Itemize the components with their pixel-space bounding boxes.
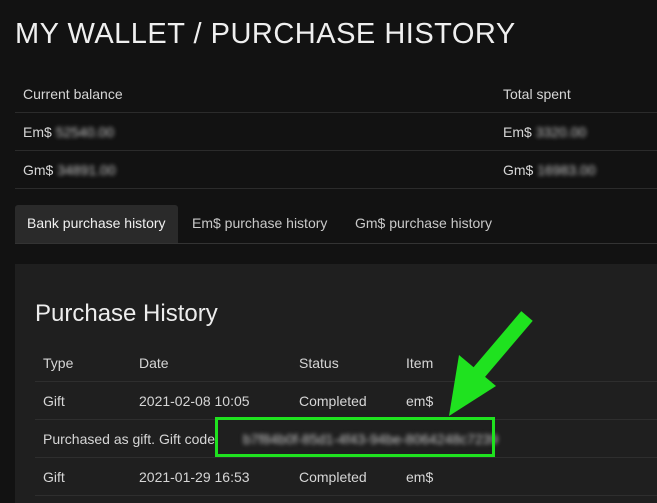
table-header-row: Type Date Status Item xyxy=(35,344,657,382)
row-status: Completed xyxy=(299,393,367,409)
balance-header-row: Current balance Total spent xyxy=(15,75,657,113)
gm-balance-row: Gm$ 34891.00 Gm$ 16983.00 xyxy=(15,151,657,189)
column-header-type: Type xyxy=(43,355,74,371)
tab-em-purchase-history[interactable]: Em$ purchase history xyxy=(185,205,340,243)
row-type: Gift xyxy=(43,393,65,409)
purchase-history-panel: Purchase History Type Date Status Item G… xyxy=(15,264,657,503)
em-balance: Em$ 52540.00 xyxy=(23,124,114,140)
tab-gm-purchase-history[interactable]: Gm$ purchase history xyxy=(345,205,505,243)
table-row: Gift 2021-02-08 10:05 Completed em$ xyxy=(35,382,657,420)
gift-code-value[interactable]: b7f84b0f-85d1-4f43-94be-8064248c7239 xyxy=(243,431,498,447)
gm-spent-value: 16983.00 xyxy=(537,162,596,178)
gm-balance: Gm$ 34891.00 xyxy=(23,162,116,178)
gift-code-note: Purchased as gift. Gift code: xyxy=(43,431,219,447)
em-currency-prefix: Em$ xyxy=(23,124,52,140)
row-item: em$ xyxy=(406,469,434,485)
total-spent-label: Total spent xyxy=(503,86,571,102)
history-tabs: Bank purchase history Em$ purchase histo… xyxy=(15,205,657,244)
purchase-history-heading: Purchase History xyxy=(35,300,218,327)
row-status: Completed xyxy=(299,469,367,485)
column-header-status: Status xyxy=(299,355,339,371)
current-balance-label: Current balance xyxy=(23,86,123,102)
em-currency-prefix: Em$ xyxy=(503,124,532,140)
gift-code-row: Purchased as gift. Gift code: b7f84b0f-8… xyxy=(35,420,657,458)
row-date: 2021-02-08 10:05 xyxy=(139,393,250,409)
table-row: Gift 2021-01-29 16:53 Completed em$ xyxy=(35,458,657,496)
row-item: em$ xyxy=(406,393,434,409)
em-spent: Em$ 3320.00 xyxy=(503,124,586,140)
row-type: Gift xyxy=(43,469,65,485)
balance-table: Current balance Total spent Em$ 52540.00… xyxy=(15,75,657,189)
gm-balance-value: 34891.00 xyxy=(57,162,116,178)
em-spent-value: 3320.00 xyxy=(535,124,587,140)
gm-spent: Gm$ 16983.00 xyxy=(503,162,596,178)
tab-bank-purchase-history[interactable]: Bank purchase history xyxy=(15,205,178,243)
column-header-item: Item xyxy=(406,355,434,371)
em-balance-row: Em$ 52540.00 Em$ 3320.00 xyxy=(15,113,657,151)
purchase-history-table: Type Date Status Item Gift 2021-02-08 10… xyxy=(35,344,657,496)
row-date: 2021-01-29 16:53 xyxy=(139,469,250,485)
em-balance-value: 52540.00 xyxy=(55,124,115,140)
page-title: MY WALLET / PURCHASE HISTORY xyxy=(15,18,516,50)
gm-currency-prefix: Gm$ xyxy=(23,162,54,178)
gm-currency-prefix: Gm$ xyxy=(503,162,534,178)
column-header-date: Date xyxy=(139,355,169,371)
